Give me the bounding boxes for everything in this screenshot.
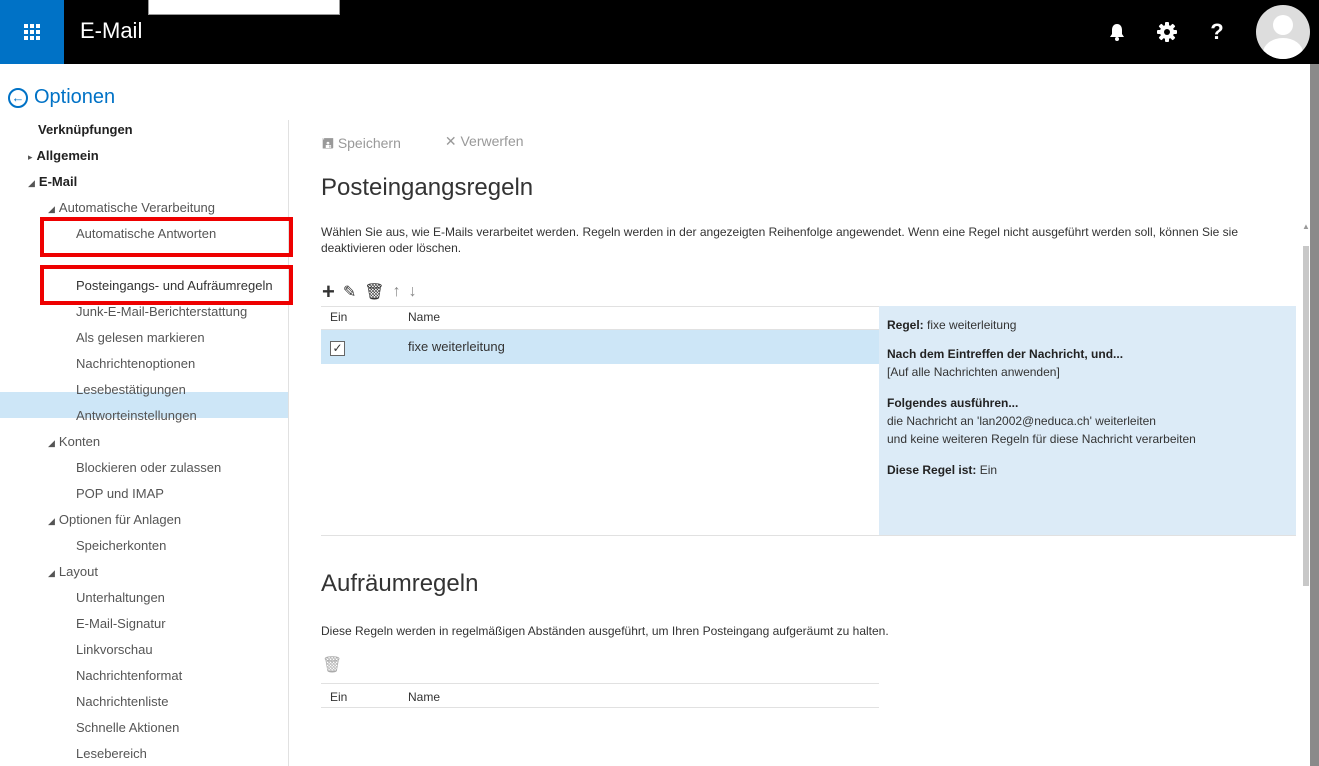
- nav-read-receipts[interactable]: Lesebestätigungen: [76, 382, 186, 397]
- help-button[interactable]: ?: [1192, 0, 1242, 64]
- nav-auto-replies[interactable]: Automatische Antworten: [76, 226, 216, 241]
- sweep-column-header-name[interactable]: Name: [408, 686, 440, 708]
- column-header-name[interactable]: Name: [408, 306, 440, 328]
- nav-reply-settings[interactable]: Antworteinstellungen: [76, 408, 197, 423]
- nav-conversations[interactable]: Unterhaltungen: [76, 590, 165, 605]
- detail-condition-label: Nach dem Eintreffen der Nachricht, und..…: [887, 347, 1124, 361]
- nav-message-format[interactable]: Nachrichtenformat: [76, 668, 182, 683]
- nav-layout[interactable]: ◢ Layout: [48, 564, 98, 579]
- add-icon[interactable]: +: [322, 279, 335, 305]
- rules-toolbar: + ✎ 🗑 ↑ ↓: [322, 279, 417, 305]
- detail-rule: Regel: fixe weiterleitung: [887, 318, 1017, 332]
- nav-attachment-options[interactable]: ◢ Optionen für Anlagen: [48, 512, 181, 527]
- section-divider: [321, 535, 1296, 536]
- nav-hidden-item: [76, 248, 80, 254]
- sweep-rules-description: Diese Regeln werden in regelmäßigen Abst…: [321, 624, 889, 638]
- scrollbar-thumb[interactable]: [1303, 246, 1309, 586]
- close-icon: ✕: [444, 133, 457, 149]
- collapse-icon: ◢: [48, 568, 55, 578]
- collapse-icon: ◢: [48, 204, 55, 214]
- scroll-up-icon[interactable]: ▲: [1302, 222, 1310, 231]
- detail-action-value-1: die Nachricht an 'lan2002@neduca.ch' wei…: [887, 414, 1156, 428]
- notifications-button[interactable]: [1092, 0, 1142, 64]
- detail-status: Diese Regel ist: Ein: [887, 463, 998, 477]
- avatar-icon: [1273, 15, 1293, 35]
- detail-condition-value: [Auf alle Nachrichten anwenden]: [887, 365, 1060, 379]
- edit-icon[interactable]: ✎: [343, 282, 356, 302]
- avatar[interactable]: [1256, 5, 1310, 59]
- rule-name: fixe weiterleitung: [408, 339, 505, 354]
- nav-pop-imap[interactable]: POP und IMAP: [76, 486, 164, 501]
- rule-details-pane: Regel: fixe weiterleitung Nach dem Eintr…: [879, 306, 1296, 535]
- nav-message-list[interactable]: Nachrichtenliste: [76, 694, 169, 709]
- nav-email[interactable]: ◢ E-Mail: [28, 174, 77, 189]
- app-launcher-button[interactable]: [0, 0, 64, 64]
- table-row[interactable]: ✓ fixe weiterleitung: [321, 330, 879, 364]
- nav-general[interactable]: ▸ Allgemein: [28, 148, 99, 163]
- nav-auto-processing[interactable]: ◢ Automatische Verarbeitung: [48, 200, 215, 215]
- trash-icon[interactable]: 🗑: [322, 655, 342, 675]
- sweep-rules-title: Aufräumregeln: [321, 570, 479, 597]
- options-title: Optionen: [34, 86, 116, 108]
- search-box[interactable]: [148, 0, 340, 15]
- settings-button[interactable]: [1142, 0, 1192, 64]
- nav-shortcuts[interactable]: Verknüpfungen: [38, 122, 133, 137]
- back-arrow-icon: ←: [8, 87, 28, 108]
- rule-enabled-checkbox[interactable]: ✓: [330, 341, 345, 356]
- inbox-rules-title: Posteingangsregeln: [321, 174, 534, 201]
- bell-icon: [1110, 24, 1124, 41]
- top-bar: E-Mail ?: [0, 0, 1319, 64]
- nav-quick-actions[interactable]: Schnelle Aktionen: [76, 720, 179, 735]
- sweep-column-header-on[interactable]: Ein: [330, 686, 347, 708]
- save-button[interactable]: 🖪 Speichern: [322, 133, 401, 157]
- arrow-down-icon[interactable]: ↓: [409, 283, 417, 301]
- app-launcher-icon: [24, 24, 40, 40]
- nav-inbox-rules[interactable]: Posteingangs- und Aufräumregeln: [76, 278, 273, 293]
- options-back-link[interactable]: ← Optionen: [8, 86, 115, 109]
- collapse-icon: ◢: [48, 516, 55, 526]
- app-title: E-Mail: [80, 18, 143, 43]
- discard-button[interactable]: ✕ Verwerfen: [445, 133, 524, 157]
- nav-reading-pane[interactable]: Lesebereich: [76, 746, 147, 761]
- nav-junk[interactable]: Junk-E-Mail-Berichterstattung: [76, 304, 247, 319]
- arrow-up-icon[interactable]: ↑: [393, 283, 401, 301]
- action-toolbar: 🖪 Speichern ✕ Verwerfen: [322, 133, 524, 157]
- inbox-rules-description: Wählen Sie aus, wie E-Mails verarbeitet …: [321, 225, 1238, 255]
- nav-storage-accounts[interactable]: Speicherkonten: [76, 538, 166, 553]
- column-header-on[interactable]: Ein: [330, 306, 347, 328]
- nav-mark-read[interactable]: Als gelesen markieren: [76, 330, 205, 345]
- gear-icon: [1157, 22, 1177, 42]
- window-edge: [1310, 64, 1319, 766]
- nav-link-preview[interactable]: Linkvorschau: [76, 642, 153, 657]
- collapse-icon: ◢: [48, 438, 55, 448]
- detail-action-value-2: und keine weiteren Regeln für diese Nach…: [887, 432, 1196, 446]
- detail-action-label: Folgendes ausführen...: [887, 396, 1019, 410]
- help-icon: ?: [1210, 19, 1224, 44]
- save-icon: 🖪: [322, 135, 334, 151]
- nav-message-options[interactable]: Nachrichtenoptionen: [76, 356, 195, 371]
- collapse-icon: ◢: [28, 178, 35, 188]
- nav-accounts[interactable]: ◢ Konten: [48, 434, 100, 449]
- trash-icon[interactable]: 🗑: [364, 282, 384, 302]
- expand-icon: ▸: [28, 152, 33, 162]
- nav-signature[interactable]: E-Mail-Signatur: [76, 616, 166, 631]
- nav-block-allow[interactable]: Blockieren oder zulassen: [76, 460, 221, 475]
